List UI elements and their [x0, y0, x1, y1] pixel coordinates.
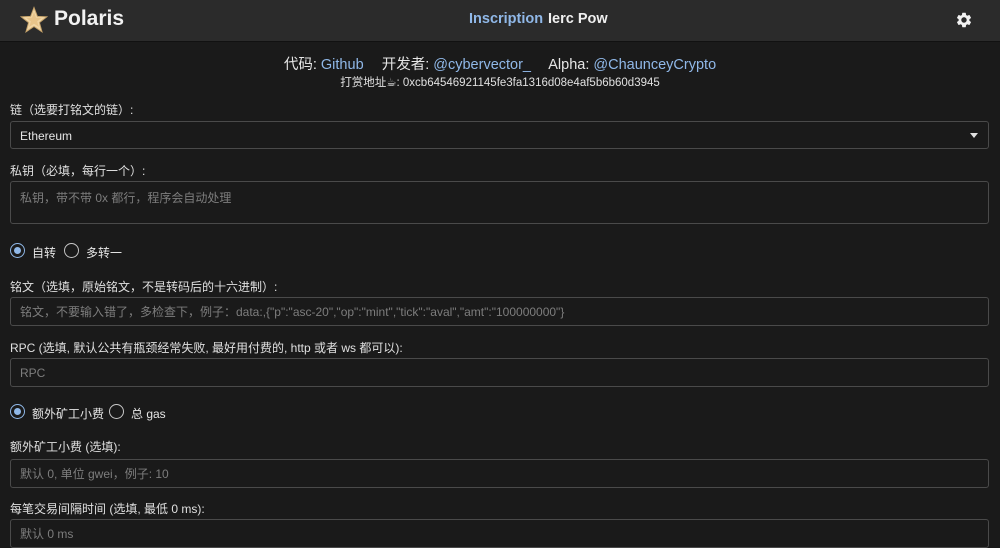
extra-tip-label[interactable]: 额外矿工小费 — [32, 405, 104, 422]
gear-icon[interactable] — [955, 11, 973, 29]
inscription-input[interactable] — [10, 297, 989, 326]
chain-label: 链（选要打铭文的链）: — [10, 103, 134, 117]
alpha-link[interactable]: @ChaunceyCrypto — [593, 57, 716, 73]
top-app-bar: Polaris Inscription Ierc Pow — [0, 0, 1000, 42]
nav-inscription-tab[interactable]: Inscription — [469, 11, 543, 27]
self-transfer-radio[interactable] — [10, 243, 25, 258]
interval-input[interactable] — [10, 519, 989, 548]
many-to-one-label[interactable]: 多转一 — [86, 244, 122, 261]
caret-down-icon — [970, 133, 978, 138]
developer-link[interactable]: @cybervector_ — [433, 57, 531, 73]
github-link[interactable]: Github — [321, 57, 364, 73]
chain-select-value: Ethereum — [20, 129, 73, 143]
many-to-one-radio[interactable] — [64, 243, 79, 258]
brand-name[interactable]: Polaris — [54, 7, 124, 31]
private-key-label: 私钥（必填，每行一个）: — [10, 164, 146, 178]
alpha-label: Alpha: — [548, 57, 590, 73]
self-transfer-label[interactable]: 自转 — [32, 244, 56, 261]
star-logo-icon[interactable] — [20, 6, 48, 34]
total-gas-radio[interactable] — [109, 404, 124, 419]
rpc-input[interactable] — [10, 358, 989, 387]
interval-label: 每笔交易间隔时间 (选填, 最低 0 ms): — [10, 502, 205, 516]
miner-tip-input[interactable] — [10, 459, 989, 488]
donation-address: 打赏地址☕: 0xcb64546921145fe3fa1316d08e4af5b… — [340, 77, 660, 89]
nav-ierc-pow-tab[interactable]: Ierc Pow — [548, 11, 608, 27]
developer-label: 开发者: — [381, 57, 430, 73]
private-key-textarea[interactable] — [10, 181, 989, 224]
code-label: 代码: — [283, 57, 317, 73]
chain-select[interactable]: Ethereum — [10, 121, 989, 149]
inscription-label: 铭文（选填，原始铭文，不是转码后的十六进制）: — [10, 280, 278, 294]
extra-tip-radio[interactable] — [10, 404, 25, 419]
rpc-label: RPC (选填, 默认公共有瓶颈经常失败, 最好用付费的, http 或者 ws… — [10, 341, 403, 355]
total-gas-label[interactable]: 总 gas — [131, 405, 166, 422]
credits-line: 代码: Github 开发者: @cybervector_ Alpha: @Ch… — [0, 53, 1000, 74]
miner-tip-label: 额外矿工小费 (选填): — [10, 440, 121, 454]
